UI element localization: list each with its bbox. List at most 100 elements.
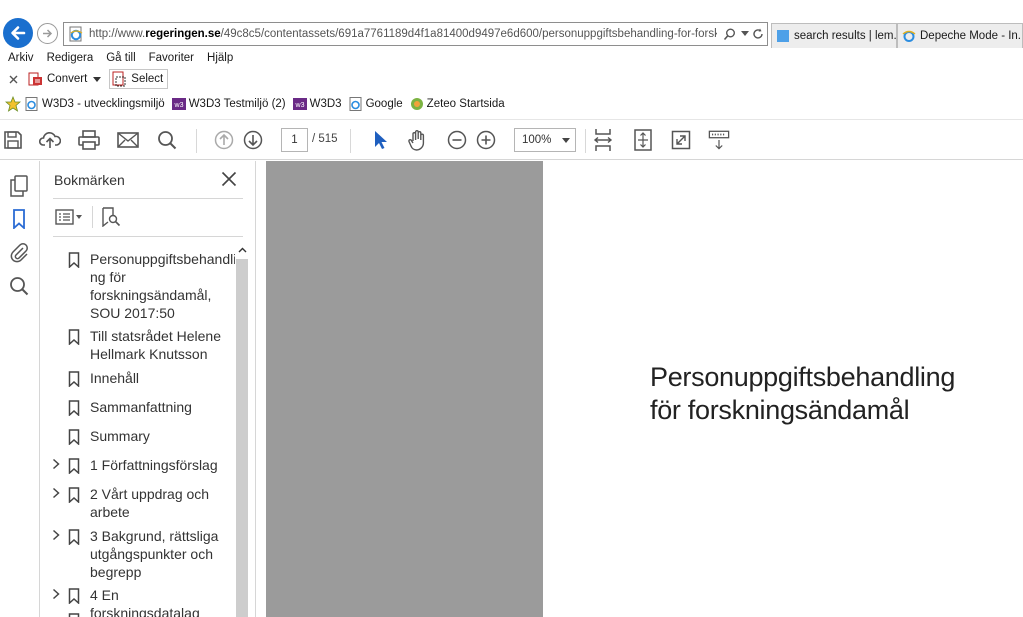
svg-text:w3: w3 bbox=[294, 102, 304, 109]
favorite-w3d3-testmiljo[interactable]: w3 W3D3 Testmiljö (2) bbox=[171, 97, 286, 111]
favorites-bar: W3D3 - utvecklingsmiljö w3 W3D3 Testmilj… bbox=[0, 94, 1023, 114]
command-bar: Convert Select bbox=[0, 68, 1023, 90]
email-icon[interactable] bbox=[117, 129, 139, 151]
page-number-input[interactable] bbox=[281, 128, 308, 152]
hand-tool-icon[interactable] bbox=[407, 129, 429, 151]
search-icon[interactable] bbox=[8, 275, 30, 297]
close-icon[interactable] bbox=[7, 73, 19, 85]
select-button[interactable]: Select bbox=[109, 69, 169, 89]
save-icon[interactable] bbox=[2, 129, 24, 151]
refresh-icon[interactable] bbox=[750, 26, 766, 42]
fit-width-icon[interactable] bbox=[592, 129, 614, 151]
chevron-up-icon[interactable] bbox=[235, 243, 249, 257]
bookmark-icon bbox=[68, 371, 80, 387]
favorite-w3d3[interactable]: w3 W3D3 bbox=[292, 97, 342, 111]
convert-button[interactable]: Convert bbox=[28, 71, 102, 87]
tab-depeche-mode[interactable]: Depeche Mode - In... bbox=[897, 23, 1023, 48]
arrow-left-icon bbox=[11, 26, 26, 40]
document-gutter bbox=[257, 161, 266, 617]
menu-item-redigera[interactable]: Redigera bbox=[47, 52, 94, 64]
bookmark-icon bbox=[68, 400, 80, 416]
tab-label: search results | lem... bbox=[794, 30, 897, 42]
bookmark-icon[interactable] bbox=[8, 208, 30, 230]
favorites-star-icon[interactable] bbox=[5, 96, 21, 112]
menu-item-hjalp[interactable]: Hjälp bbox=[207, 52, 233, 64]
previous-page-icon[interactable] bbox=[213, 129, 235, 151]
page-thumbnails-icon[interactable] bbox=[8, 175, 30, 197]
select-cursor-icon[interactable] bbox=[369, 129, 391, 151]
zeteo-icon bbox=[410, 98, 423, 110]
menu-item-favoriter[interactable]: Favoriter bbox=[149, 52, 194, 64]
ie-page-icon bbox=[25, 97, 38, 111]
search-icon[interactable] bbox=[156, 129, 178, 151]
next-page-icon[interactable] bbox=[242, 129, 264, 151]
bookmark-icon bbox=[68, 613, 80, 617]
chevron-right-icon[interactable] bbox=[51, 529, 61, 541]
favorite-zeteo-startsida[interactable]: Zeteo Startsida bbox=[410, 97, 505, 111]
bookmark-label: 1 Författningsförslag bbox=[90, 457, 218, 473]
print-icon[interactable] bbox=[78, 129, 100, 151]
favorite-label: W3D3 bbox=[309, 98, 342, 110]
menu-item-arkiv[interactable]: Arkiv bbox=[8, 52, 34, 64]
bookmarks-scrollbar[interactable] bbox=[235, 243, 249, 617]
page-icon bbox=[777, 30, 789, 42]
zoom-in-icon[interactable] bbox=[475, 129, 497, 151]
toolbar-separator bbox=[196, 129, 197, 153]
bookmarks-title: Bokmärken bbox=[54, 172, 125, 188]
bookmark-icon bbox=[68, 588, 80, 604]
menu-bar: Arkiv Redigera Gå till Favoriter Hjälp bbox=[0, 49, 1023, 67]
favorite-google[interactable]: Google bbox=[349, 97, 403, 111]
favorite-w3d3-utvecklingsmiljo[interactable]: W3D3 - utvecklingsmiljö bbox=[25, 97, 165, 111]
favorite-label: W3D3 - utvecklingsmiljö bbox=[42, 98, 165, 110]
document-title-line: för forskningsändamål bbox=[650, 395, 910, 425]
chevron-right-icon[interactable] bbox=[51, 487, 61, 499]
zoom-out-icon[interactable] bbox=[446, 129, 468, 151]
chevron-down-icon bbox=[562, 138, 570, 143]
select-pdf-icon bbox=[112, 71, 126, 87]
favorite-label: W3D3 Testmiljö (2) bbox=[188, 98, 286, 110]
back-button[interactable] bbox=[3, 18, 33, 48]
url-domain: regeringen.se bbox=[145, 28, 221, 40]
fit-page-icon[interactable] bbox=[632, 129, 654, 151]
chevron-right-icon[interactable] bbox=[51, 458, 61, 470]
bookmarks-panel: Bokmärken Personuppgiftsbehandli ng för … bbox=[41, 161, 256, 617]
zoom-select[interactable]: 100% bbox=[514, 128, 576, 152]
page-margin-gray bbox=[266, 161, 543, 617]
favorite-label: Google bbox=[365, 98, 403, 110]
search-icon[interactable] bbox=[721, 26, 737, 42]
chevron-down-icon[interactable] bbox=[93, 76, 102, 82]
address-bar[interactable]: http://www.regeringen.se/49c8c5/contenta… bbox=[63, 22, 768, 46]
toolbar-separator bbox=[585, 129, 586, 153]
bookmark-icon bbox=[68, 429, 80, 445]
bookmark-icon bbox=[68, 529, 80, 545]
paperclip-icon[interactable] bbox=[8, 241, 30, 263]
bookmark-label: Till statsrådet Helene Hellmark Knutsson bbox=[90, 328, 221, 362]
w3-icon: w3 bbox=[292, 98, 307, 110]
select-label: Select bbox=[131, 73, 164, 85]
arrow-right-icon bbox=[43, 29, 53, 38]
close-icon[interactable] bbox=[219, 169, 239, 189]
list-options-icon bbox=[55, 209, 82, 225]
scrollbar-thumb[interactable] bbox=[236, 259, 248, 617]
favorite-label: Zeteo Startsida bbox=[426, 98, 505, 110]
read-mode-icon[interactable] bbox=[708, 129, 730, 151]
svg-text:w3: w3 bbox=[173, 102, 183, 109]
menu-item-ga-till[interactable]: Gå till bbox=[106, 52, 135, 64]
tab-search-results[interactable]: search results | lem... bbox=[771, 23, 897, 48]
zoom-value: 100% bbox=[522, 134, 552, 146]
divider bbox=[53, 198, 243, 199]
divider bbox=[53, 236, 243, 237]
bookmark-label: Sammanfattning bbox=[90, 399, 192, 415]
chevron-right-icon[interactable] bbox=[51, 588, 61, 600]
full-screen-icon[interactable] bbox=[670, 129, 692, 151]
bookmark-label: 4 En forskningsdatalag bbox=[90, 587, 200, 617]
document-title-line: Personuppgiftsbehandling bbox=[650, 362, 956, 392]
url-text[interactable]: http://www.regeringen.se/49c8c5/contenta… bbox=[89, 28, 717, 40]
ie-icon bbox=[902, 30, 916, 42]
bookmark-label: Personuppgiftsbehandli ng för forsknings… bbox=[90, 251, 235, 321]
upload-cloud-icon[interactable] bbox=[39, 129, 61, 151]
forward-button[interactable] bbox=[37, 23, 58, 44]
find-bookmark-icon[interactable] bbox=[100, 206, 122, 228]
convert-pdf-icon bbox=[28, 72, 42, 86]
bookmark-options-button[interactable] bbox=[55, 206, 85, 228]
